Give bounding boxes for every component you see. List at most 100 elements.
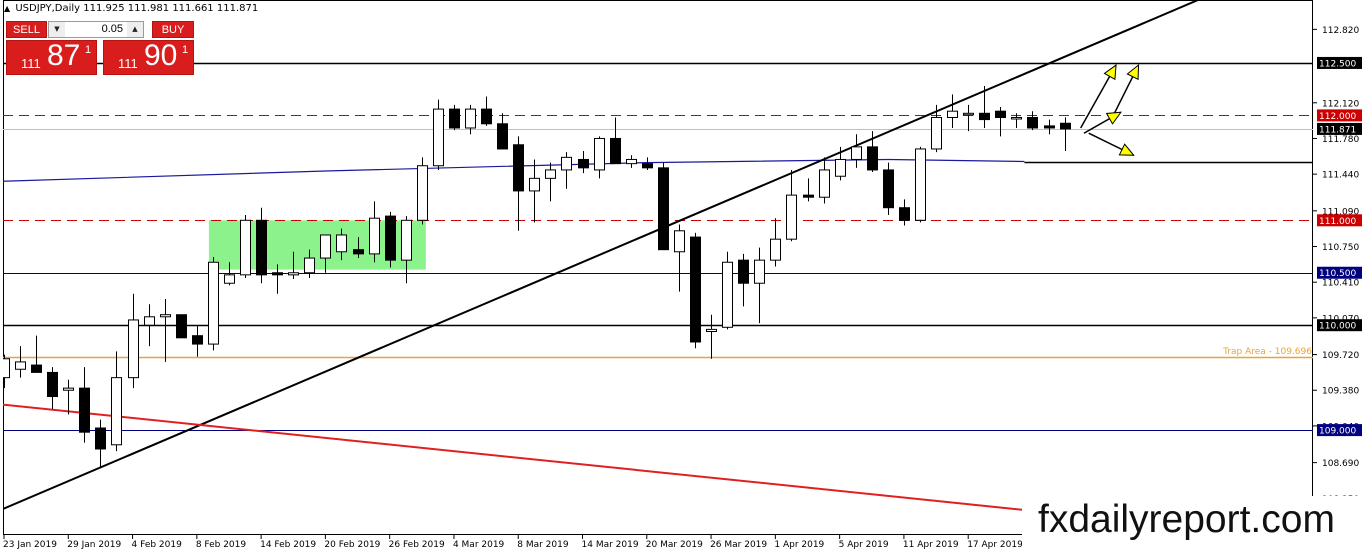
candle bbox=[1060, 117, 1071, 151]
candle bbox=[433, 99, 444, 170]
y-tick-label: 109.380 bbox=[1322, 387, 1359, 397]
sell-price-prefix: 111 bbox=[21, 56, 41, 71]
bull-candle-body bbox=[786, 194, 797, 240]
lot-size-value[interactable]: 0.05 bbox=[67, 22, 123, 37]
projection-arrow-head-icon bbox=[1105, 111, 1122, 125]
sell-button[interactable]: SELL bbox=[6, 21, 47, 38]
current-price-label: 111.871 bbox=[1319, 125, 1356, 135]
candle bbox=[160, 298, 171, 362]
lot-increase-icon[interactable]: ▲ bbox=[127, 22, 143, 37]
candle bbox=[63, 379, 74, 415]
bull-candle-body bbox=[304, 257, 315, 274]
x-tick-label: 11 Apr 2019 bbox=[903, 540, 959, 550]
candle bbox=[722, 251, 733, 330]
projection-arrow-head-icon bbox=[1118, 143, 1135, 156]
lot-size-stepper[interactable]: ▼ 0.05 ▲ bbox=[48, 21, 144, 38]
candle bbox=[594, 136, 605, 179]
x-tick-label: 29 Jan 2019 bbox=[67, 540, 121, 550]
lot-decrease-icon[interactable]: ▼ bbox=[49, 22, 65, 37]
x-tick-label: 26 Feb 2019 bbox=[389, 540, 445, 550]
bear-candle-body bbox=[1060, 122, 1071, 130]
bear-candle-body bbox=[256, 219, 267, 276]
bull-candle-body bbox=[931, 116, 942, 150]
price-chart[interactable]: Trap Area - 109.696 112.820 112.120 111.780… bbox=[0, 0, 1362, 554]
candle bbox=[192, 325, 203, 357]
candle bbox=[513, 136, 524, 231]
sell-price-box[interactable]: 111 87 1 bbox=[6, 39, 97, 75]
candle bbox=[1044, 119, 1055, 135]
candle bbox=[674, 224, 685, 292]
bear-candle-body bbox=[79, 387, 90, 433]
candle bbox=[610, 117, 621, 165]
bear-candle-body bbox=[610, 137, 621, 165]
bear-candle-body bbox=[578, 158, 589, 169]
bear-candle-body bbox=[497, 123, 508, 150]
bull-candle-body bbox=[465, 108, 476, 129]
price-label-110.500: 110.500 bbox=[1319, 269, 1356, 279]
candle bbox=[883, 162, 894, 216]
bear-candle-body bbox=[979, 112, 990, 121]
candle bbox=[626, 155, 637, 168]
x-tick-label: 5 Apr 2019 bbox=[839, 540, 889, 550]
price-label-111.000: 111.000 bbox=[1319, 217, 1356, 227]
bull-candle-body bbox=[369, 217, 380, 255]
bull-candle-body bbox=[433, 108, 444, 167]
trap-area-label: Trap Area - 109.696 bbox=[1222, 347, 1312, 357]
projection-arrow-head-icon bbox=[1126, 63, 1140, 81]
bull-candle-body bbox=[320, 234, 331, 259]
buy-price-big: 90 bbox=[144, 39, 178, 72]
bull-candle-body bbox=[529, 177, 540, 192]
candle bbox=[47, 367, 58, 410]
bear-candle-body bbox=[31, 364, 42, 373]
bear-candle-body bbox=[1027, 116, 1038, 129]
candle bbox=[256, 207, 267, 284]
candle bbox=[915, 146, 926, 223]
bull-candle-body bbox=[160, 314, 171, 318]
candle bbox=[545, 162, 556, 202]
x-tick-label: 14 Mar 2019 bbox=[582, 540, 639, 550]
bear-candle-body bbox=[658, 167, 669, 251]
bull-candle-body bbox=[401, 219, 412, 261]
bull-candle-body bbox=[144, 316, 155, 326]
bull-candle-body bbox=[594, 137, 605, 171]
candle bbox=[963, 104, 974, 132]
bear-candle-body bbox=[353, 249, 364, 255]
buy-price-sup: 1 bbox=[182, 44, 189, 56]
candle bbox=[835, 146, 846, 181]
sell-price-big: 87 bbox=[47, 39, 81, 72]
bull-candle-body bbox=[770, 238, 781, 261]
projection-arrow-head-icon bbox=[1103, 63, 1117, 81]
bull-candle-body bbox=[224, 274, 235, 284]
bull-candle-body bbox=[561, 156, 572, 171]
candle bbox=[31, 335, 42, 373]
candle bbox=[658, 162, 669, 251]
buy-price-prefix: 111 bbox=[118, 56, 138, 71]
x-tick-label: 14 Feb 2019 bbox=[260, 540, 316, 550]
candle bbox=[851, 134, 862, 168]
bull-candle-body bbox=[706, 328, 717, 332]
bull-candle-body bbox=[851, 146, 862, 160]
candle bbox=[1027, 111, 1038, 131]
collapse-triangle-icon[interactable]: ▲ bbox=[4, 4, 10, 13]
bull-candle-body bbox=[947, 110, 958, 118]
ohlc-values: 111.925 111.981 111.661 111.871 bbox=[83, 3, 259, 14]
bear-candle-body bbox=[995, 110, 1006, 118]
x-tick-label: 26 Mar 2019 bbox=[710, 540, 767, 550]
candle bbox=[481, 96, 492, 126]
buy-price-box[interactable]: 111 90 1 bbox=[103, 39, 194, 75]
x-tick-label: 1 Apr 2019 bbox=[774, 540, 824, 550]
price-label-112.000: 112.000 bbox=[1319, 112, 1356, 122]
bear-candle-body bbox=[867, 146, 878, 171]
y-tick-label: 112.820 bbox=[1322, 26, 1359, 36]
x-tick-label: 20 Feb 2019 bbox=[324, 540, 380, 550]
bull-candle-body bbox=[63, 387, 74, 391]
candle bbox=[770, 218, 781, 267]
bull-candle-body bbox=[288, 272, 299, 276]
bull-candle-body bbox=[336, 234, 347, 253]
bear-candle-body bbox=[513, 144, 524, 192]
candle bbox=[803, 178, 814, 202]
buy-button[interactable]: BUY bbox=[152, 21, 194, 38]
y-tick-label: 110.410 bbox=[1322, 279, 1359, 289]
bull-candle-body bbox=[128, 319, 139, 379]
candle bbox=[111, 351, 122, 452]
